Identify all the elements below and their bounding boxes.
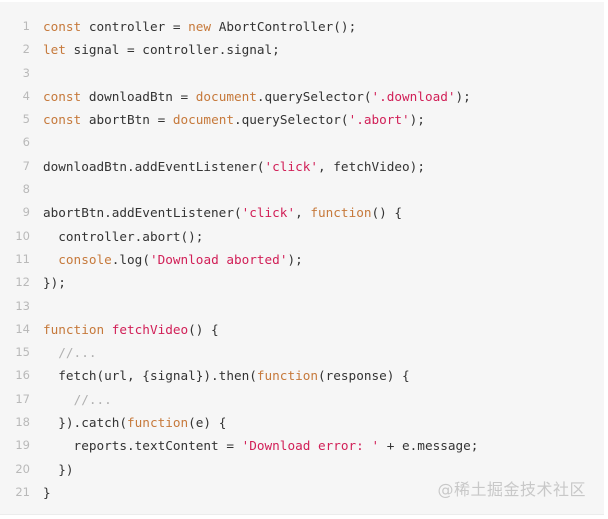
- line-number: 7: [22, 158, 30, 173]
- builtin-token: console: [58, 251, 112, 267]
- keyword-token: function: [43, 321, 105, 337]
- line-number: 16: [15, 368, 30, 383]
- line-source: console.log('Download aborted');: [43, 248, 303, 271]
- code-token: abortBtn.addEventListener(: [43, 205, 242, 221]
- line-number: 9: [22, 205, 30, 220]
- line-number: 20: [15, 461, 30, 476]
- code-token: .querySelector(: [233, 112, 349, 128]
- code-token: downloadBtn =: [81, 88, 196, 104]
- keyword-token: const: [43, 112, 82, 128]
- keyword-token: const: [43, 88, 82, 104]
- function-name-token: fetchVideo: [111, 321, 189, 337]
- code-token: fetch(url, {signal}).then(: [43, 368, 257, 384]
- comment-token: //...: [73, 391, 112, 407]
- code-token: (response) {: [318, 368, 410, 384]
- code-token: () {: [371, 205, 403, 221]
- code-token: }: [43, 484, 51, 500]
- code-token: reports.textContent =: [43, 438, 242, 454]
- keyword-token: const: [43, 19, 82, 34]
- keyword-token: function: [310, 205, 372, 221]
- line-number: 1: [22, 19, 30, 33]
- line-number: 2: [22, 42, 30, 57]
- builtin-token: document: [195, 88, 257, 104]
- line-number: 4: [22, 88, 30, 103]
- line-source: fetch(url, {signal}).then(function(respo…: [43, 364, 410, 387]
- string-token: 'click': [241, 205, 296, 221]
- code-token: });: [43, 275, 66, 291]
- line-source: const controller = new AbortController()…: [43, 15, 356, 38]
- line-source: }).catch(function(e) {: [43, 411, 226, 434]
- code-block: 1 const controller = new AbortController(…: [0, 2, 604, 515]
- line-number: 5: [22, 112, 30, 127]
- line-number: 14: [15, 321, 30, 336]
- code-token: ,: [295, 205, 311, 221]
- string-token: 'Download aborted': [149, 251, 288, 267]
- line-number: 19: [15, 438, 30, 453]
- line-source: });: [43, 271, 66, 294]
- keyword-token: new: [188, 19, 212, 34]
- code-token: , fetchVideo);: [318, 158, 425, 174]
- line-number: 3: [22, 65, 30, 80]
- line-source: //...: [43, 388, 112, 411]
- code-token: }).catch(: [43, 415, 128, 431]
- line-number: 18: [15, 415, 30, 430]
- keyword-token: function: [127, 415, 189, 431]
- line-number: 15: [15, 345, 30, 360]
- code-token: }): [43, 461, 74, 477]
- code-token: + e.message;: [379, 438, 479, 454]
- line-source: function fetchVideo() {: [43, 318, 219, 341]
- line-source: controller.abort();: [43, 225, 203, 248]
- watermark: @稀土掘金技术社区: [437, 480, 586, 499]
- line-source: //...: [43, 341, 96, 364]
- code-token: downloadBtn.addEventListener(: [43, 158, 265, 174]
- line-number: 11: [15, 251, 30, 266]
- line-source: reports.textContent = 'Download error: '…: [43, 434, 479, 457]
- line-source: }: [43, 481, 51, 504]
- string-token: '.abort': [348, 112, 410, 128]
- code-token: controller =: [81, 19, 189, 34]
- line-source: }): [43, 458, 74, 481]
- keyword-token: let: [43, 42, 66, 58]
- code-token: );: [455, 88, 471, 104]
- builtin-token: document: [172, 112, 234, 128]
- line-number: 13: [15, 298, 30, 313]
- line-source: const abortBtn = document.querySelector(…: [43, 108, 425, 131]
- line-number: 17: [15, 391, 30, 406]
- code-token: );: [409, 112, 425, 128]
- line-number: 10: [15, 228, 30, 243]
- code-token: () {: [188, 321, 219, 337]
- string-token: 'Download error: ': [241, 438, 380, 454]
- comment-token: //...: [58, 345, 97, 361]
- code-token: .log(: [111, 251, 150, 267]
- code-token: (e) {: [188, 415, 227, 431]
- string-token: '.download': [371, 88, 456, 104]
- line-source: abortBtn.addEventListener('click', funct…: [43, 201, 402, 224]
- line-source: let signal = controller.signal;: [43, 38, 280, 61]
- line-number: 12: [15, 275, 30, 290]
- code-token: .querySelector(: [256, 88, 372, 104]
- line-number: 6: [22, 135, 30, 150]
- line-number: 21: [15, 484, 30, 499]
- string-token: 'click': [264, 158, 319, 174]
- line-number: 8: [22, 182, 30, 197]
- keyword-token: function: [256, 368, 318, 384]
- code-token: AbortController();: [211, 19, 357, 34]
- line-source: downloadBtn.addEventListener('click', fe…: [43, 155, 425, 178]
- code-token: signal = controller.signal;: [65, 42, 280, 58]
- code-token: );: [287, 251, 303, 267]
- code-token: controller.abort();: [43, 228, 204, 244]
- line-source: const downloadBtn = document.querySelect…: [43, 85, 471, 108]
- code-token: abortBtn =: [81, 112, 173, 128]
